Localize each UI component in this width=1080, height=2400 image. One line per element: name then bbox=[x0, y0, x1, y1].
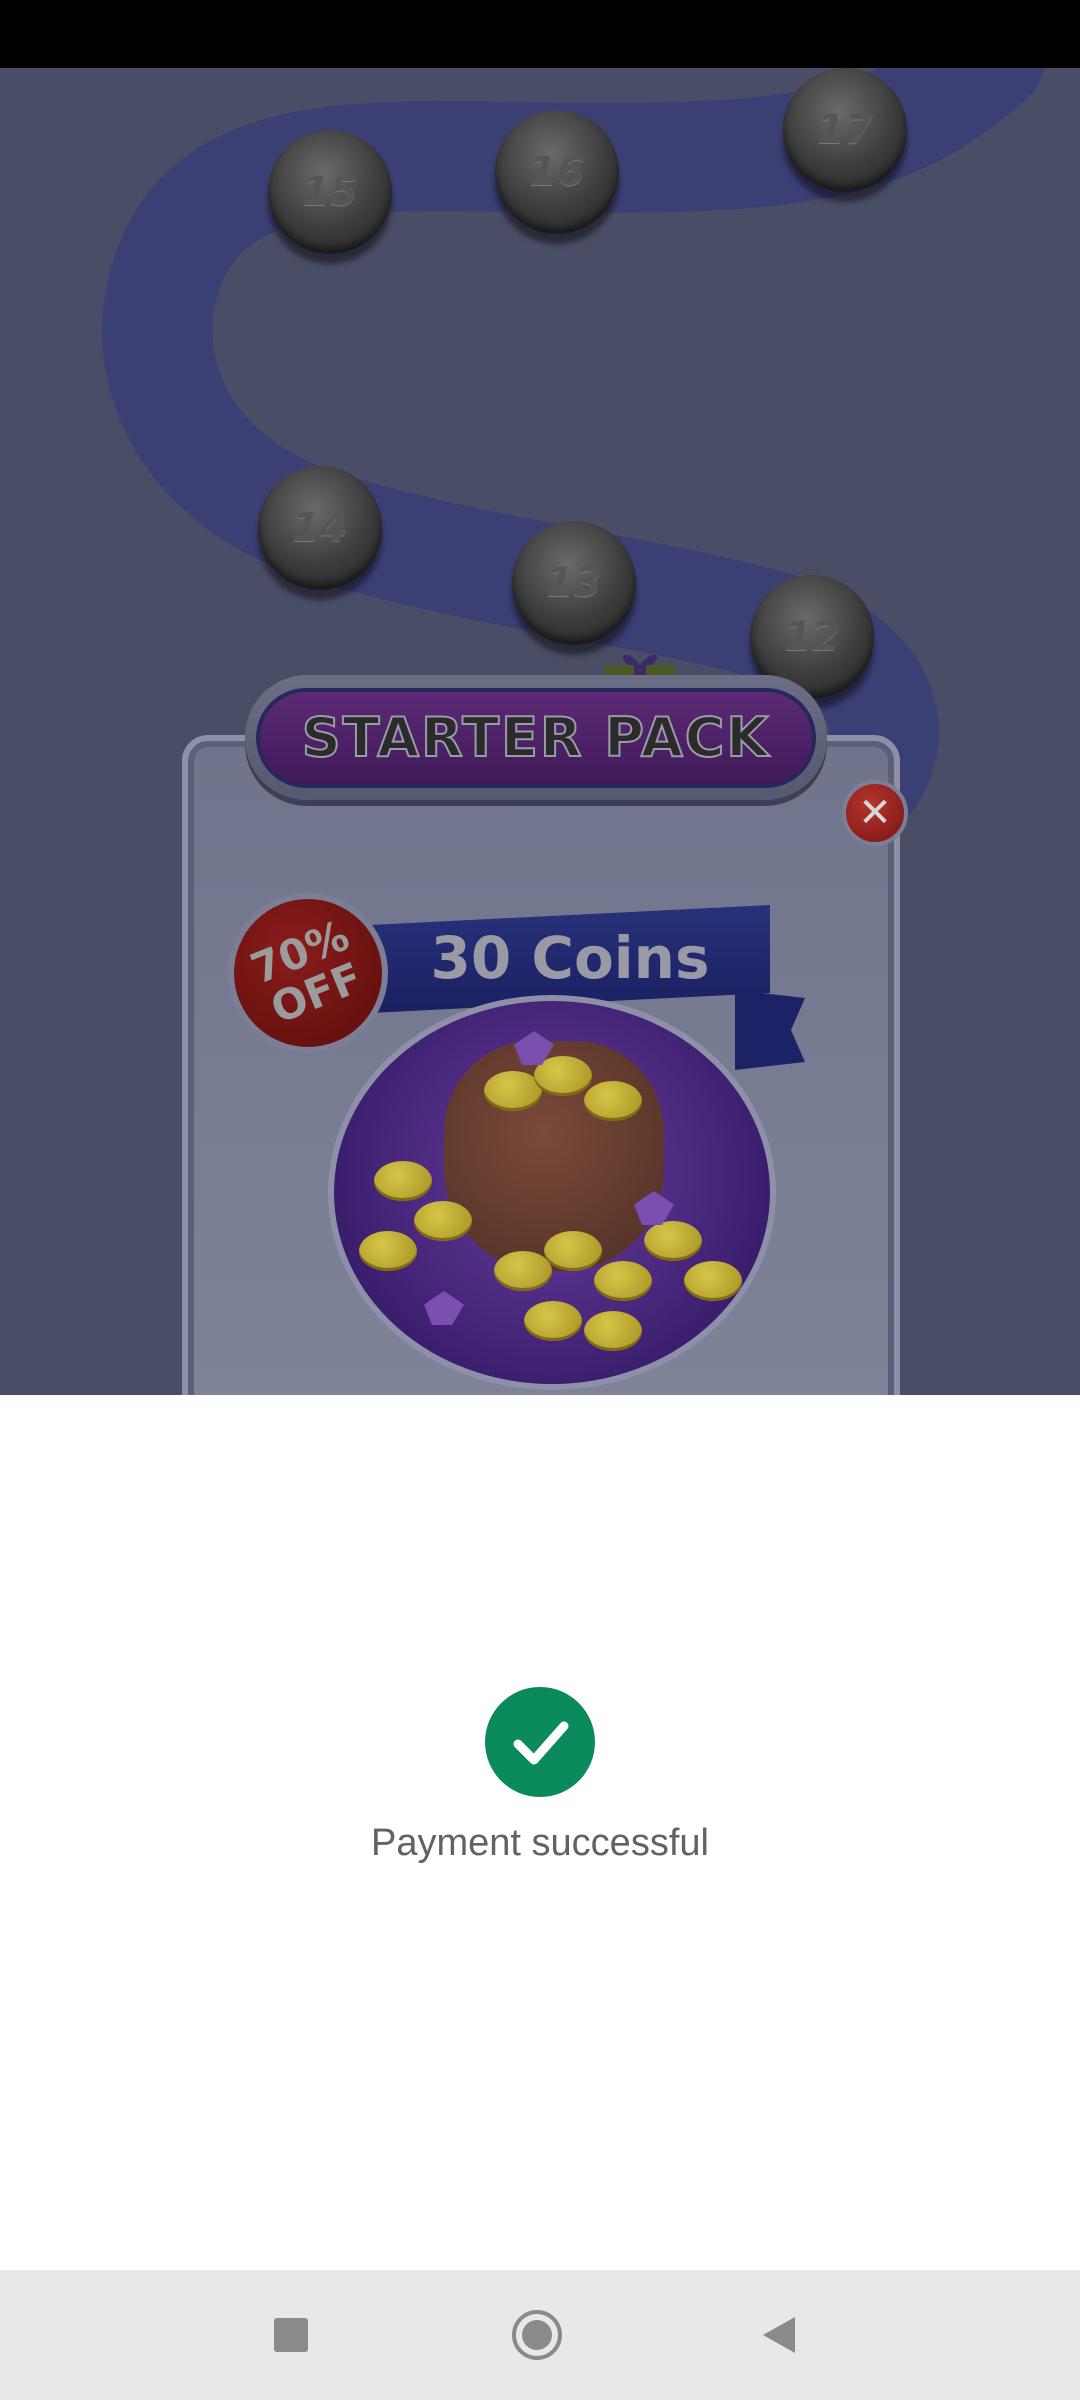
level-node-13[interactable]: 13 bbox=[512, 521, 636, 645]
coin bbox=[584, 1081, 642, 1121]
level-node-16[interactable]: 16 bbox=[495, 110, 619, 234]
reward-label: 30 Coins bbox=[430, 924, 710, 992]
level-node-15[interactable]: 15 bbox=[268, 130, 392, 254]
back-button[interactable] bbox=[742, 2298, 816, 2372]
coin bbox=[644, 1221, 702, 1261]
payment-status-text: Payment successful bbox=[371, 1822, 709, 1864]
coin bbox=[524, 1301, 582, 1341]
coin-sack-illustration bbox=[328, 995, 776, 1390]
discount-badge: 70% OFF bbox=[228, 893, 388, 1053]
title-banner: STARTER PACK bbox=[245, 675, 827, 800]
check-circle-icon bbox=[485, 1687, 595, 1797]
circle-icon bbox=[512, 2310, 562, 2360]
status-bar bbox=[0, 0, 1080, 68]
home-button[interactable] bbox=[500, 2298, 574, 2372]
discount-text: 70% OFF bbox=[243, 910, 369, 1034]
level-node-17[interactable]: 17 bbox=[783, 68, 907, 192]
coin bbox=[494, 1251, 552, 1291]
coin bbox=[544, 1231, 602, 1271]
coin bbox=[594, 1261, 652, 1301]
coin bbox=[359, 1231, 417, 1271]
coin bbox=[684, 1261, 742, 1301]
gem bbox=[424, 1291, 464, 1325]
coin bbox=[414, 1201, 472, 1241]
level-node-14[interactable]: 14 bbox=[258, 466, 382, 590]
coin bbox=[374, 1161, 432, 1201]
navigation-bar bbox=[0, 2270, 1080, 2400]
popup-title: STARTER PACK bbox=[256, 687, 816, 788]
triangle-back-icon bbox=[763, 2317, 795, 2353]
close-button[interactable]: ✕ bbox=[842, 780, 908, 846]
coin bbox=[584, 1311, 642, 1351]
recents-button[interactable] bbox=[254, 2298, 328, 2372]
square-icon bbox=[274, 2318, 308, 2352]
close-icon: ✕ bbox=[858, 790, 892, 836]
